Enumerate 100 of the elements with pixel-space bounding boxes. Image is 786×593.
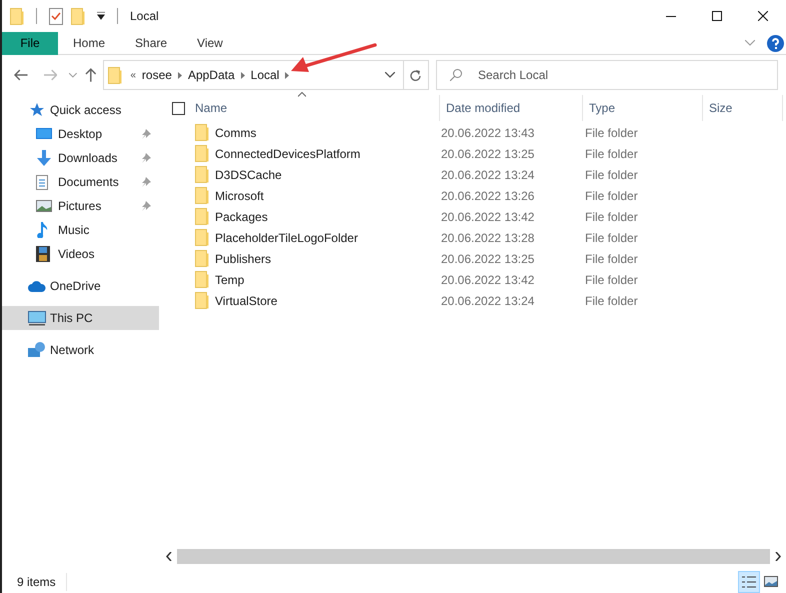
folder-icon [195, 229, 209, 246]
sort-ascending-icon [298, 92, 306, 97]
date-modified-cell-text: 20.06.2022 13:24 [441, 292, 536, 310]
file-row[interactable]: VirtualStore 20.06.2022 13:24 File folder [161, 290, 786, 311]
folder-icon [195, 187, 209, 204]
image-icon [36, 200, 52, 212]
date-modified-cell-text: 20.06.2022 13:42 [441, 272, 536, 288]
computer-icon [28, 310, 46, 326]
file-row[interactable]: PlaceholderTileLogoFolder 20.06.2022 13:28 File folder [161, 227, 786, 248]
cloud-icon [28, 280, 46, 292]
nav-item[interactable]: Pictures [2, 194, 159, 218]
nav-item[interactable]: Videos [2, 242, 159, 266]
close-icon [758, 11, 768, 21]
file-name: Comms [215, 124, 258, 142]
chevron-right-icon[interactable] [285, 72, 290, 78]
nav-item[interactable]: Quick access [2, 98, 159, 122]
search-field[interactable]: Search Local [436, 60, 778, 90]
nav-item[interactable]: Desktop [2, 122, 159, 146]
folder-icon [108, 66, 122, 84]
column-header[interactable]: Name [188, 95, 440, 121]
file-row[interactable]: ConnectedDevicesPlatform 20.06.2022 13:25 File folder [161, 143, 786, 164]
file-row[interactable]: Temp 20.06.2022 13:42 File folder [161, 269, 786, 290]
window-title: Local [130, 8, 159, 25]
folder-icon [195, 271, 209, 288]
nav-item[interactable]: Documents [2, 170, 159, 194]
scrollbar-thumb[interactable] [177, 549, 770, 564]
column-header[interactable]: Date modified [440, 95, 583, 121]
nav-item[interactable]: This PC [2, 306, 159, 330]
file-name: PlaceholderTileLogoFolder [215, 230, 359, 246]
dropdown-chevron-icon[interactable] [384, 72, 395, 78]
type-cell-text: File folder [585, 272, 639, 288]
type-cell-text: File folder [585, 230, 639, 246]
film-icon [36, 246, 50, 262]
customize-dropdown-icon[interactable] [97, 12, 105, 20]
overflow-chevron[interactable]: « [130, 68, 136, 82]
properties-icon[interactable] [49, 8, 63, 24]
date-modified-cell-text: 20.06.2022 13:28 [441, 230, 536, 246]
scroll-right-icon[interactable] [775, 552, 781, 561]
type-cell-text: File folder [585, 124, 639, 142]
new-folder-icon [71, 8, 85, 24]
date-modified-cell-text: 20.06.2022 13:42 [441, 208, 536, 226]
type-cell-text: File folder [585, 146, 639, 162]
refresh-button[interactable] [404, 60, 429, 90]
file-row[interactable]: Microsoft 20.06.2022 13:26 File folder [161, 185, 786, 206]
date-modified-cell-text: 20.06.2022 13:24 [441, 166, 536, 184]
ribbon-tab[interactable]: Share [120, 32, 182, 54]
file-row[interactable]: D3DSCache 20.06.2022 13:24 File folder [161, 164, 786, 185]
ribbon-tab[interactable]: File [2, 32, 58, 54]
breadcrumb[interactable]: rosee [142, 66, 172, 84]
file-name: Publishers [215, 250, 272, 268]
date-modified-cell-text: 20.06.2022 13:25 [441, 146, 536, 162]
nav-item[interactable]: OneDrive [2, 274, 159, 298]
date-modified-cell-text: 20.06.2022 13:43 [441, 124, 536, 142]
file-name: Packages [215, 208, 269, 226]
folder-icon [195, 166, 209, 183]
expand-ribbon-icon[interactable] [745, 40, 755, 46]
item-count: 9 items [17, 572, 67, 590]
ribbon-tab[interactable]: View [182, 32, 238, 54]
breadcrumb[interactable]: AppData [188, 66, 235, 84]
column-header[interactable]: Size [703, 95, 783, 121]
type-cell-text: File folder [585, 208, 639, 226]
file-name: Temp [215, 272, 246, 288]
file-row[interactable]: Publishers 20.06.2022 13:25 File folder [161, 248, 786, 269]
help-icon[interactable] [767, 34, 784, 52]
image-icon [764, 576, 778, 587]
down-arrow-icon [36, 150, 52, 166]
music-note-icon [36, 222, 48, 238]
folder-icon [195, 208, 209, 225]
file-row[interactable]: Comms 20.06.2022 13:43 File folder [161, 122, 786, 143]
date-modified-cell-text: 20.06.2022 13:25 [441, 250, 536, 268]
type-cell-text: File folder [585, 292, 639, 310]
file-name: D3DSCache [215, 166, 283, 184]
folder-icon [195, 292, 209, 309]
type-cell-text: File folder [585, 188, 639, 204]
maximize-icon [712, 11, 722, 21]
file-name: ConnectedDevicesPlatform [215, 146, 362, 162]
ribbon-tab[interactable]: Home [58, 32, 120, 54]
file-name: Microsoft [215, 188, 265, 204]
nav-item[interactable]: Downloads [2, 146, 159, 170]
chevron-right-icon[interactable] [178, 72, 182, 78]
breadcrumb[interactable]: Local [250, 66, 280, 84]
details-view-button[interactable] [738, 570, 760, 592]
chevron-right-icon[interactable] [240, 72, 245, 78]
up-arrow-icon[interactable] [84, 68, 96, 82]
select-all-checkbox[interactable] [172, 102, 185, 114]
address-bar[interactable]: « rosee AppData Local [103, 60, 404, 90]
refresh-icon [410, 70, 422, 80]
network-icon [28, 342, 46, 358]
nav-item[interactable]: Network [2, 338, 159, 362]
scroll-left-icon[interactable] [166, 552, 172, 561]
folder-icon [195, 124, 209, 141]
date-modified-cell-text: 20.06.2022 13:26 [441, 188, 536, 204]
file-row[interactable]: Packages 20.06.2022 13:42 File folder [161, 206, 786, 227]
recent-locations-icon[interactable] [69, 72, 77, 78]
column-header[interactable]: Type [583, 95, 703, 121]
back-arrow-icon[interactable] [14, 69, 28, 81]
nav-item[interactable]: Music [2, 218, 159, 242]
document-icon [36, 174, 48, 190]
details-list-icon [742, 576, 756, 588]
type-cell-text: File folder [585, 250, 639, 268]
